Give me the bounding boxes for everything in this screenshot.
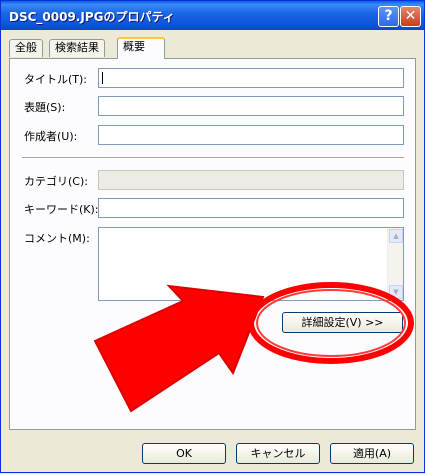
scroll-down-icon[interactable]: ▼ [389,285,403,299]
author-input[interactable] [98,125,404,145]
keywords-label: キーワード(K): [24,203,99,216]
advanced-button[interactable]: 詳細設定(V) >> [282,312,403,333]
comments-textarea[interactable]: ▲ ▼ [98,227,404,301]
title-label: タイトル(T): [24,73,88,86]
title-bar[interactable]: DSC_0009.JPGのプロパティ ? ✕ [1,1,424,30]
tab-summary[interactable]: 概要 [117,37,165,59]
tab-search-results[interactable]: 検索結果 [49,39,105,57]
author-label: 作成者(U): [24,130,78,143]
tab-general[interactable]: 全般 [9,39,43,57]
category-label: カテゴリ(C): [24,175,88,188]
category-input [98,170,404,190]
ok-button[interactable]: OK [142,443,226,464]
close-button[interactable]: ✕ [400,6,421,27]
keywords-input[interactable] [98,198,404,218]
subject-label: 表題(S): [24,101,66,114]
window-title: DSC_0009.JPGのプロパティ [9,10,175,24]
properties-dialog: DSC_0009.JPGのプロパティ ? ✕ 全般 検索結果 概要 タイトル(T… [0,0,425,473]
cancel-button[interactable]: キャンセル [236,443,320,464]
section-divider [22,157,404,158]
apply-button[interactable]: 適用(A) [330,443,414,464]
subject-input[interactable] [98,96,404,116]
comments-scrollbar[interactable]: ▲ ▼ [387,228,403,300]
text-caret [102,72,103,84]
summary-panel: タイトル(T): 表題(S): 作成者(U): カテゴリ(C): キーワード(K… [9,58,416,430]
title-input[interactable] [98,68,404,88]
comments-label: コメント(M): [24,232,90,245]
scroll-up-icon[interactable]: ▲ [389,229,403,243]
help-button[interactable]: ? [378,6,399,27]
